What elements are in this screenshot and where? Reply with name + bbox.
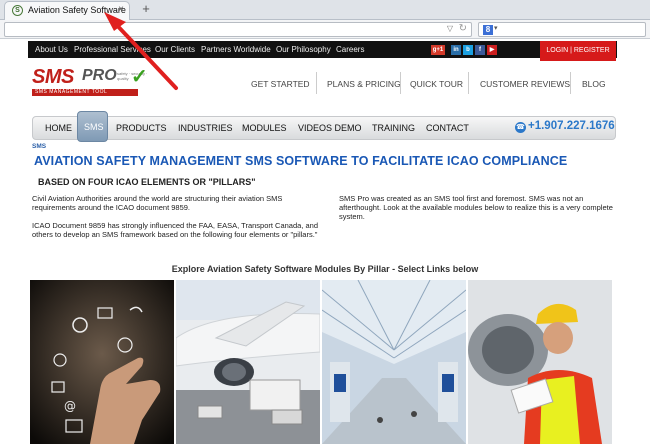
hand-touch-icons-image: @: [30, 280, 174, 444]
tab-title: Aviation Safety Software: [28, 5, 126, 15]
nav-blog[interactable]: BLOG: [582, 79, 606, 89]
dropdown-icon[interactable]: ▽: [447, 24, 453, 33]
airport-terminal-image: [322, 280, 466, 444]
login-register-button[interactable]: LOGIN | REGISTER: [540, 41, 616, 61]
nav-divider: [316, 72, 317, 94]
toplink-philosophy[interactable]: Our Philosophy: [276, 45, 331, 54]
close-tab-icon[interactable]: ×: [118, 4, 124, 15]
search-engine-caret-icon[interactable]: ▾: [494, 24, 498, 32]
sms-pro-logo[interactable]: SMS PRO safety · security · quality ✓ SM…: [32, 66, 157, 100]
checkmark-icon: ✓: [131, 66, 148, 88]
logo-name: SMS: [32, 66, 74, 88]
refresh-icon[interactable]: ↻: [459, 23, 467, 34]
nav-divider: [468, 72, 469, 94]
toplink-partners[interactable]: Partners Worldwide: [201, 45, 271, 54]
search-engine-icon[interactable]: 8: [483, 25, 493, 35]
page-title: AVIATION SAFETY MANAGEMENT SMS SOFTWARE …: [34, 154, 568, 168]
site-favicon-icon: S: [12, 5, 23, 16]
explore-heading: Explore Aviation Safety Software Modules…: [171, 264, 479, 274]
subnav-products[interactable]: PRODUCTS: [116, 123, 167, 133]
youtube-icon[interactable]: ▶: [487, 45, 497, 55]
svg-text:@: @: [64, 399, 76, 413]
topbar-links: About Us Professional Services Our Clien…: [28, 41, 617, 58]
browser-tab[interactable]: S Aviation Safety Software ×: [4, 1, 130, 20]
nav-plans-pricing[interactable]: PLANS & PRICING: [327, 79, 401, 89]
new-tab-button[interactable]: +: [138, 2, 154, 17]
twitter-icon[interactable]: b: [463, 45, 473, 55]
subnav-sms[interactable]: SMS: [84, 122, 104, 132]
search-box[interactable]: 8 ▾: [478, 22, 646, 37]
subnav-training[interactable]: TRAINING: [372, 123, 415, 133]
phone-number[interactable]: +1.907.227.1676: [528, 120, 615, 132]
intro-paragraph-2: ICAO Document 9859 has strongly influenc…: [32, 221, 318, 239]
pillar-image-promotion[interactable]: [468, 280, 612, 444]
pillar-image-assurance[interactable]: [322, 280, 466, 444]
aircraft-ramp-image: [176, 280, 320, 444]
browser-tabstrip: S Aviation Safety Software × +: [0, 0, 650, 20]
intro-paragraph-3: SMS Pro was created as an SMS tool first…: [339, 194, 613, 221]
breadcrumb[interactable]: SMS: [32, 143, 46, 150]
logo-name-suffix: PRO: [82, 67, 117, 84]
toplink-careers[interactable]: Careers: [336, 45, 364, 54]
pillar-image-policy[interactable]: @: [30, 280, 174, 444]
facebook-icon[interactable]: f: [475, 45, 485, 55]
nav-customer-reviews[interactable]: CUSTOMER REVIEWS: [480, 79, 570, 89]
intro-paragraph-1: Civil Aviation Authorities around the wo…: [32, 194, 283, 212]
page-subtitle: BASED ON FOUR ICAO ELEMENTS OR "PILLARS": [38, 177, 256, 187]
toplink-services[interactable]: Professional Services: [74, 45, 151, 54]
nav-quick-tour[interactable]: QUICK TOUR: [410, 79, 463, 89]
toplink-clients[interactable]: Our Clients: [155, 45, 195, 54]
browser-navbar: ▽ ↻ 8 ▾: [0, 20, 650, 39]
linkedin-icon[interactable]: in: [451, 45, 461, 55]
toplink-about[interactable]: About Us: [35, 45, 68, 54]
address-bar[interactable]: ▽ ↻: [4, 22, 472, 37]
subnav-industries[interactable]: INDUSTRIES: [178, 123, 233, 133]
pillar-image-risk[interactable]: [176, 280, 320, 444]
safety-worker-image: [468, 280, 612, 444]
nav-divider: [570, 72, 571, 94]
nav-divider: [400, 72, 401, 94]
subnav-contact[interactable]: CONTACT: [426, 123, 469, 133]
phone-icon: ☎: [515, 122, 526, 133]
nav-get-started[interactable]: GET STARTED: [251, 79, 310, 89]
subnav-home[interactable]: HOME: [45, 123, 72, 133]
logo-banner: SMS MANAGEMENT TOOL: [32, 89, 138, 96]
subnav-videos-demo[interactable]: VIDEOS DEMO: [298, 123, 362, 133]
subnav-modules[interactable]: MODULES: [242, 123, 287, 133]
google-plus-icon[interactable]: g+1: [431, 45, 445, 55]
